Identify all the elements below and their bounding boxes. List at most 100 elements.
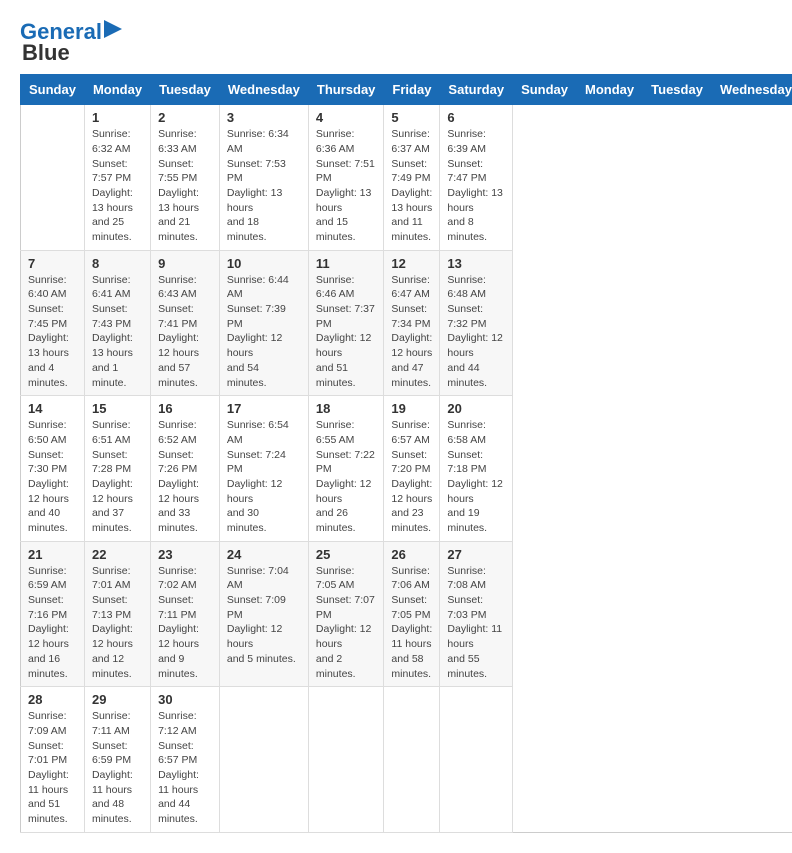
day-info: Sunrise: 6:41 AM Sunset: 7:43 PM Dayligh… <box>92 273 143 391</box>
day-info: Sunrise: 7:05 AM Sunset: 7:07 PM Dayligh… <box>316 564 377 682</box>
day-number: 7 <box>28 256 77 271</box>
day-cell <box>219 687 308 833</box>
day-info: Sunrise: 6:57 AM Sunset: 7:20 PM Dayligh… <box>391 418 432 536</box>
day-number: 10 <box>227 256 301 271</box>
day-info: Sunrise: 6:36 AM Sunset: 7:51 PM Dayligh… <box>316 127 377 245</box>
day-cell <box>21 105 85 251</box>
day-info: Sunrise: 7:02 AM Sunset: 7:11 PM Dayligh… <box>158 564 212 682</box>
day-cell: 11 Sunrise: 6:46 AM Sunset: 7:37 PM Dayli… <box>308 250 384 396</box>
day-number: 8 <box>92 256 143 271</box>
col-header-wednesday: Wednesday <box>219 75 308 105</box>
day-info: Sunrise: 6:51 AM Sunset: 7:28 PM Dayligh… <box>92 418 143 536</box>
day-info: Sunrise: 7:11 AM Sunset: 6:59 PM Dayligh… <box>92 709 143 827</box>
col-header-wednesday: Wednesday <box>711 75 792 105</box>
day-cell: 24Sunrise: 7:04 AM Sunset: 7:09 PM Dayli… <box>219 541 308 687</box>
page-header: General Blue <box>20 20 772 66</box>
day-info: Sunrise: 6:48 AM Sunset: 7:32 PM Dayligh… <box>447 273 505 391</box>
day-number: 9 <box>158 256 212 271</box>
day-info: Sunrise: 7:09 AM Sunset: 7:01 PM Dayligh… <box>28 709 77 827</box>
logo: General Blue <box>20 20 122 66</box>
col-header-saturday: Saturday <box>440 75 513 105</box>
day-cell: 17Sunrise: 6:54 AM Sunset: 7:24 PM Dayli… <box>219 396 308 542</box>
day-cell: 4Sunrise: 6:36 AM Sunset: 7:51 PM Daylig… <box>308 105 384 251</box>
day-cell: 28 Sunrise: 7:09 AM Sunset: 7:01 PM Dayli… <box>21 687 85 833</box>
day-number: 28 <box>28 692 77 707</box>
day-info: Sunrise: 6:58 AM Sunset: 7:18 PM Dayligh… <box>447 418 505 536</box>
day-info: Sunrise: 6:46 AM Sunset: 7:37 PM Dayligh… <box>316 273 377 391</box>
day-cell: 12Sunrise: 6:47 AM Sunset: 7:34 PM Dayli… <box>384 250 440 396</box>
week-row-2: 7 Sunrise: 6:40 AM Sunset: 7:45 PM Daylig… <box>21 250 792 396</box>
day-number: 25 <box>316 547 377 562</box>
day-number: 6 <box>447 110 505 125</box>
day-cell <box>384 687 440 833</box>
day-number: 16 <box>158 401 212 416</box>
day-info: Sunrise: 6:40 AM Sunset: 7:45 PM Dayligh… <box>28 273 77 391</box>
day-info: Sunrise: 6:39 AM Sunset: 7:47 PM Dayligh… <box>447 127 505 245</box>
day-info: Sunrise: 6:37 AM Sunset: 7:49 PM Dayligh… <box>391 127 432 245</box>
week-row-5: 28 Sunrise: 7:09 AM Sunset: 7:01 PM Dayli… <box>21 687 792 833</box>
day-cell: 16 Sunrise: 6:52 AM Sunset: 7:26 PM Dayli… <box>151 396 220 542</box>
day-cell: 29Sunrise: 7:11 AM Sunset: 6:59 PM Dayli… <box>84 687 150 833</box>
day-cell: 9 Sunrise: 6:43 AM Sunset: 7:41 PM Daylig… <box>151 250 220 396</box>
day-info: Sunrise: 7:12 AM Sunset: 6:57 PM Dayligh… <box>158 709 212 827</box>
day-info: Sunrise: 7:06 AM Sunset: 7:05 PM Dayligh… <box>391 564 432 682</box>
day-info: Sunrise: 6:52 AM Sunset: 7:26 PM Dayligh… <box>158 418 212 536</box>
col-header-monday: Monday <box>577 75 643 105</box>
day-info: Sunrise: 6:59 AM Sunset: 7:16 PM Dayligh… <box>28 564 77 682</box>
day-cell: 26Sunrise: 7:06 AM Sunset: 7:05 PM Dayli… <box>384 541 440 687</box>
day-cell: 30Sunrise: 7:12 AM Sunset: 6:57 PM Dayli… <box>151 687 220 833</box>
day-cell: 13Sunrise: 6:48 AM Sunset: 7:32 PM Dayli… <box>440 250 513 396</box>
day-info: Sunrise: 6:43 AM Sunset: 7:41 PM Dayligh… <box>158 273 212 391</box>
day-cell: 19 Sunrise: 6:57 AM Sunset: 7:20 PM Dayli… <box>384 396 440 542</box>
day-cell: 20 Sunrise: 6:58 AM Sunset: 7:18 PM Dayli… <box>440 396 513 542</box>
day-cell: 23 Sunrise: 7:02 AM Sunset: 7:11 PM Dayli… <box>151 541 220 687</box>
day-cell: 22 Sunrise: 7:01 AM Sunset: 7:13 PM Dayli… <box>84 541 150 687</box>
logo-icon <box>104 20 122 38</box>
logo-blue-text: Blue <box>22 40 70 66</box>
day-info: Sunrise: 6:54 AM Sunset: 7:24 PM Dayligh… <box>227 418 301 536</box>
day-cell: 3 Sunrise: 6:34 AM Sunset: 7:53 PM Daylig… <box>219 105 308 251</box>
week-row-3: 14 Sunrise: 6:50 AM Sunset: 7:30 PM Dayli… <box>21 396 792 542</box>
day-info: Sunrise: 7:01 AM Sunset: 7:13 PM Dayligh… <box>92 564 143 682</box>
day-number: 2 <box>158 110 212 125</box>
day-number: 5 <box>391 110 432 125</box>
col-header-sunday: Sunday <box>21 75 85 105</box>
day-number: 14 <box>28 401 77 416</box>
week-row-1: 1 Sunrise: 6:32 AM Sunset: 7:57 PM Daylig… <box>21 105 792 251</box>
day-cell: 27 Sunrise: 7:08 AM Sunset: 7:03 PM Dayli… <box>440 541 513 687</box>
day-number: 15 <box>92 401 143 416</box>
day-cell: 18Sunrise: 6:55 AM Sunset: 7:22 PM Dayli… <box>308 396 384 542</box>
day-cell <box>308 687 384 833</box>
col-header-monday: Monday <box>84 75 150 105</box>
day-info: Sunrise: 6:55 AM Sunset: 7:22 PM Dayligh… <box>316 418 377 536</box>
day-info: Sunrise: 6:44 AM Sunset: 7:39 PM Dayligh… <box>227 273 301 391</box>
day-number: 20 <box>447 401 505 416</box>
day-number: 11 <box>316 256 377 271</box>
day-cell <box>440 687 513 833</box>
day-cell: 21Sunrise: 6:59 AM Sunset: 7:16 PM Dayli… <box>21 541 85 687</box>
day-number: 23 <box>158 547 212 562</box>
day-number: 24 <box>227 547 301 562</box>
day-info: Sunrise: 6:34 AM Sunset: 7:53 PM Dayligh… <box>227 127 301 245</box>
day-cell: 1 Sunrise: 6:32 AM Sunset: 7:57 PM Daylig… <box>84 105 150 251</box>
week-row-4: 21Sunrise: 6:59 AM Sunset: 7:16 PM Dayli… <box>21 541 792 687</box>
day-cell: 2Sunrise: 6:33 AM Sunset: 7:55 PM Daylig… <box>151 105 220 251</box>
day-info: Sunrise: 6:32 AM Sunset: 7:57 PM Dayligh… <box>92 127 143 245</box>
col-header-thursday: Thursday <box>308 75 384 105</box>
day-cell: 6 Sunrise: 6:39 AM Sunset: 7:47 PM Daylig… <box>440 105 513 251</box>
col-header-friday: Friday <box>384 75 440 105</box>
day-number: 3 <box>227 110 301 125</box>
day-cell: 25 Sunrise: 7:05 AM Sunset: 7:07 PM Dayli… <box>308 541 384 687</box>
day-cell: 15 Sunrise: 6:51 AM Sunset: 7:28 PM Dayli… <box>84 396 150 542</box>
day-cell: 7 Sunrise: 6:40 AM Sunset: 7:45 PM Daylig… <box>21 250 85 396</box>
header-row: SundayMondayTuesdayWednesdayThursdayFrid… <box>21 75 792 105</box>
day-number: 19 <box>391 401 432 416</box>
col-header-tuesday: Tuesday <box>151 75 220 105</box>
day-number: 22 <box>92 547 143 562</box>
day-info: Sunrise: 7:08 AM Sunset: 7:03 PM Dayligh… <box>447 564 505 682</box>
day-number: 1 <box>92 110 143 125</box>
day-info: Sunrise: 6:50 AM Sunset: 7:30 PM Dayligh… <box>28 418 77 536</box>
day-info: Sunrise: 6:47 AM Sunset: 7:34 PM Dayligh… <box>391 273 432 391</box>
col-header-tuesday: Tuesday <box>643 75 712 105</box>
day-number: 27 <box>447 547 505 562</box>
